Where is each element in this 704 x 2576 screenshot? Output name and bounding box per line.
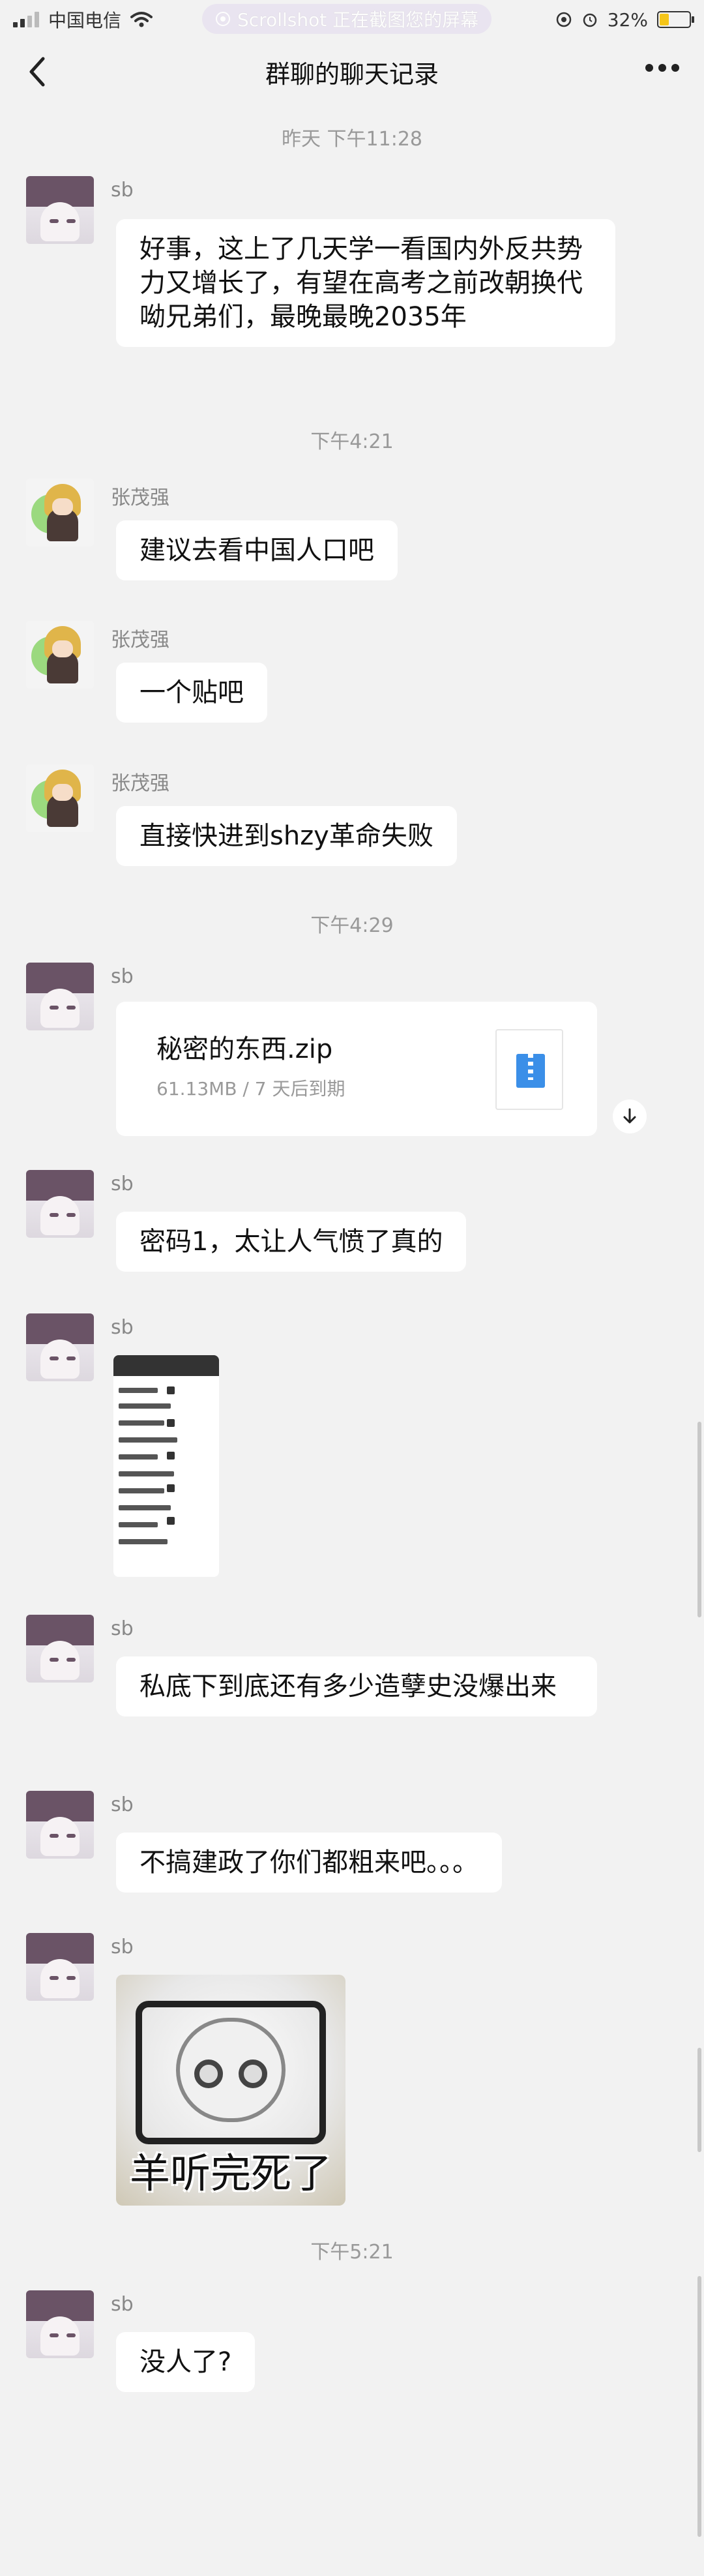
message-bubble[interactable]: 建议去看中国人口吧	[116, 520, 398, 580]
battery-icon	[657, 11, 694, 28]
message-bubble[interactable]: 密码1，太让人气愤了真的	[116, 1212, 467, 1272]
avatar[interactable]	[26, 176, 94, 244]
signal-icon	[13, 12, 39, 27]
status-left: 中国电信	[13, 7, 153, 33]
avatar[interactable]	[26, 1933, 94, 2001]
sender-name: sb	[111, 965, 134, 988]
sync-icon	[556, 12, 572, 27]
avatar[interactable]	[26, 621, 94, 689]
avatar[interactable]	[26, 1791, 94, 1859]
alarm-icon	[583, 13, 597, 27]
carrier-label: 中国电信	[48, 10, 122, 31]
sticker-caption: 羊听完死了	[129, 2149, 332, 2197]
sticker-message[interactable]: 羊听完死了	[116, 1975, 345, 2206]
status-right: 32%	[555, 8, 694, 31]
wifi-icon	[130, 12, 153, 27]
status-bar: 中国电信 Scrollshot 正在截图您的屏幕 32%	[0, 0, 704, 39]
avatar[interactable]	[26, 764, 94, 832]
sender-name: sb	[111, 1316, 134, 1339]
avatar[interactable]	[26, 1170, 94, 1238]
avatar[interactable]	[26, 479, 94, 547]
record-icon	[216, 12, 230, 26]
download-icon[interactable]	[613, 1100, 647, 1133]
screenshot-notice: Scrollshot 正在截图您的屏幕	[202, 4, 492, 34]
timestamp: 下午5:21	[310, 2241, 394, 2264]
sender-name: sb	[111, 179, 134, 202]
avatar[interactable]	[26, 963, 94, 1030]
file-name: 秘密的东西.zip	[156, 1034, 333, 1064]
image-message[interactable]	[113, 1355, 219, 1577]
scrollbar[interactable]	[697, 2276, 701, 2537]
message-bubble[interactable]: 没人了?	[116, 2332, 256, 2392]
timestamp: 昨天 下午11:28	[282, 128, 422, 151]
sender-name: 张茂强	[111, 772, 169, 795]
zip-file-icon	[495, 1029, 563, 1110]
nav-bar: 群聊的聊天记录	[0, 39, 704, 104]
more-icon[interactable]	[645, 64, 679, 72]
timestamp: 下午4:21	[310, 430, 394, 453]
back-arrow-icon[interactable]	[25, 53, 51, 90]
file-message-card[interactable]: 秘密的东西.zip 61.13MB / 7 天后到期	[116, 1002, 597, 1136]
page-title: 群聊的聊天记录	[265, 59, 439, 89]
timestamp: 下午4:29	[310, 914, 394, 937]
scrollbar[interactable]	[697, 1422, 701, 1617]
sender-name: sb	[111, 1793, 134, 1816]
message-bubble[interactable]: 不搞建政了你们都粗来吧。。。	[116, 1833, 502, 1893]
scrollbar[interactable]	[697, 2048, 701, 2152]
file-meta: 61.13MB / 7 天后到期	[156, 1078, 345, 1100]
sender-name: sb	[111, 1936, 134, 1958]
avatar[interactable]	[26, 1615, 94, 1683]
sender-name: sb	[111, 1617, 134, 1640]
sender-name: sb	[111, 2293, 134, 2316]
sender-name: 张茂强	[111, 629, 169, 651]
sender-name: sb	[111, 1173, 134, 1195]
message-bubble[interactable]: 好事，这上了几天学一看国内外反共势力又增长了，有望在高考之前改朝换代呦兄弟们，最…	[116, 219, 615, 347]
battery-label: 32%	[607, 8, 648, 31]
sender-name: 张茂强	[111, 487, 169, 509]
avatar[interactable]	[26, 1313, 94, 1381]
avatar[interactable]	[26, 2290, 94, 2358]
message-bubble[interactable]: 私底下到底还有多少造孽史没爆出来	[116, 1656, 597, 1716]
message-bubble[interactable]: 直接快进到shzy革命失败	[116, 806, 457, 866]
screenshot-notice-text: Scrollshot 正在截图您的屏幕	[237, 9, 479, 31]
message-bubble[interactable]: 一个贴吧	[116, 663, 267, 723]
